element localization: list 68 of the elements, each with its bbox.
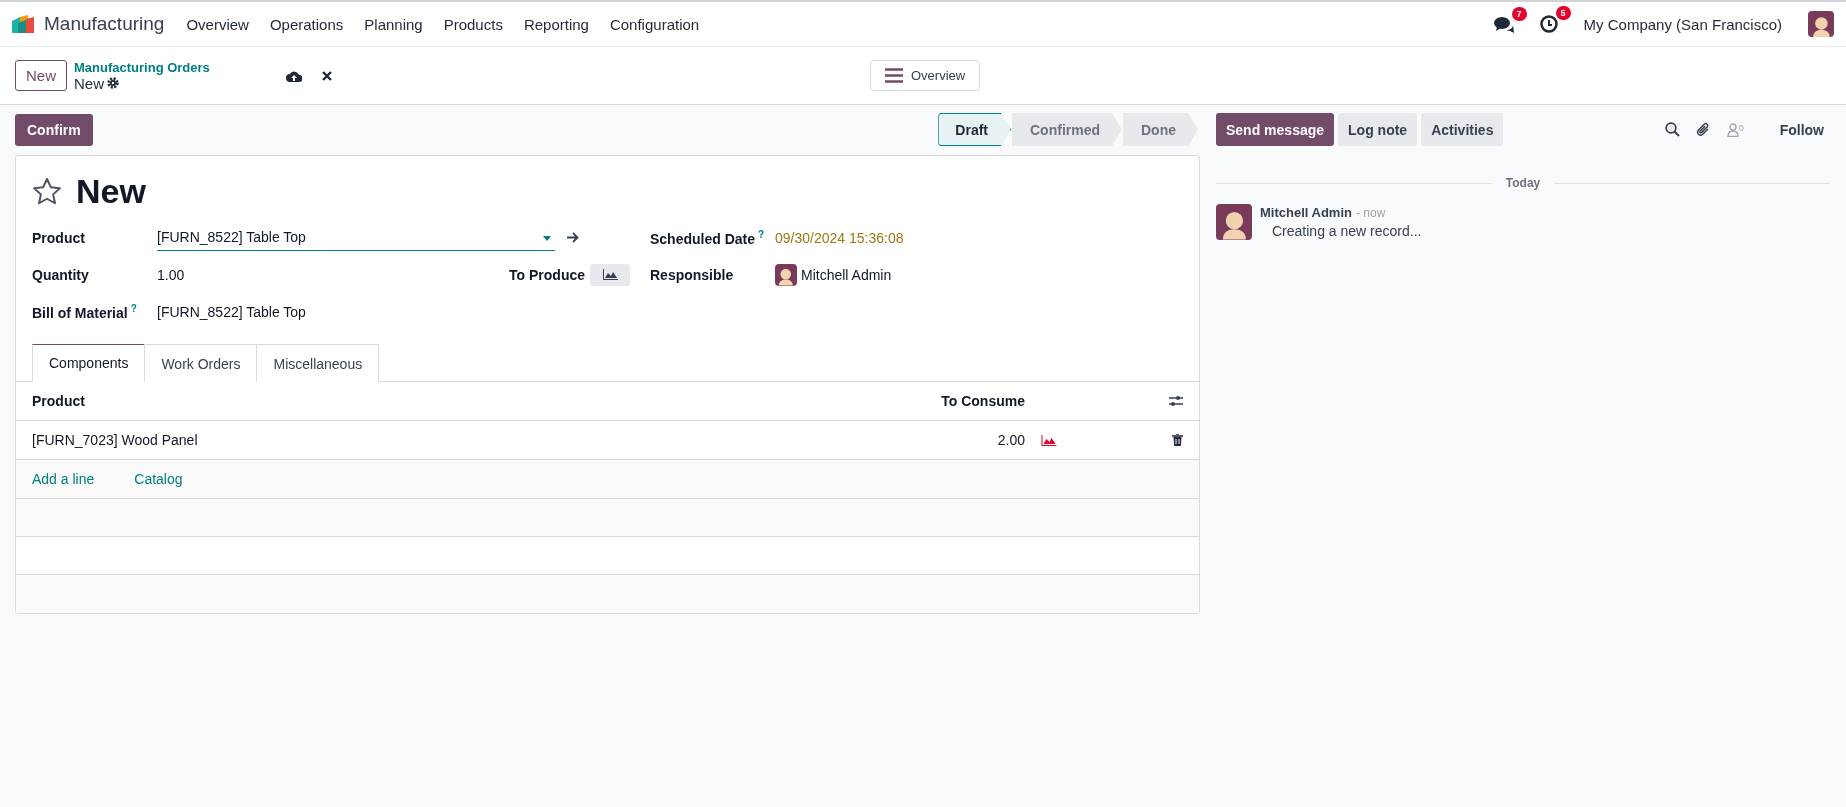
menu-icon [885,68,903,83]
add-link[interactable]: Add a line [32,471,95,487]
confirm-button[interactable]: Confirm [15,113,93,146]
tab[interactable]: Components [32,344,146,382]
cloud-upload-icon [285,69,302,82]
menu-item[interactable]: Configuration [609,15,700,33]
gear-icon[interactable] [107,77,120,89]
product-select-field[interactable]: [FURN_8522] Table Top [157,224,555,251]
message-author: Mitchell Admin [1260,205,1352,220]
menu-item[interactable]: Operations [269,15,344,33]
record-title: New [76,172,146,211]
new-button[interactable]: New [15,60,67,91]
menu-item[interactable]: Planning [364,15,423,33]
user-avatar [1216,204,1252,240]
status-step[interactable]: Draft [938,113,1011,146]
table-cell-text: [FURN_7023] Wood Panel [32,432,199,448]
paperclip-icon[interactable] [1695,121,1711,138]
area-chart-icon[interactable] [1041,434,1057,446]
app-logo-icon[interactable] [12,15,36,33]
column-header[interactable]: Product [32,393,825,409]
notification-badge: 5 [1555,6,1571,20]
star-icon[interactable] [32,177,62,206]
caret-icon [543,235,551,241]
company-name[interactable]: My Company (San Francisco) [1583,15,1782,33]
close-icon [321,70,332,81]
tab[interactable]: Work Orders [144,344,258,382]
follow-button[interactable]: Follow [1773,120,1830,139]
menu-item[interactable]: Overview [186,15,249,33]
breadcrumb-link[interactable]: Manufacturing Orders [74,59,210,75]
user-avatar [1808,11,1834,37]
field-label: Bill of Material $^{?}$ [32,302,138,321]
message-time: - now [1355,206,1386,220]
add-link[interactable]: Catalog [134,471,183,487]
notification-badge: 7 [1511,6,1527,21]
status-step[interactable]: Confirmed [1012,113,1122,146]
column-header[interactable]: To Consume [825,393,1025,409]
field-label: To Produce [509,266,585,283]
field-value: [FURN_8522] Table Top [157,303,306,320]
chatter-button[interactable]: Send message [1216,113,1335,146]
field-value: 1.00 [157,266,185,283]
follower-count: 0 [1738,122,1744,133]
tab[interactable]: Miscellaneous [256,344,380,382]
table-cell-text: 2.00 [996,432,1025,448]
chatter-button[interactable]: Log note [1338,113,1418,146]
record-name: New [74,74,105,92]
app-name[interactable]: Manufacturing [44,13,165,35]
search-icon[interactable] [1664,122,1680,137]
user-avatar [775,263,797,286]
forecast-button[interactable] [590,263,630,286]
user-name: Mitchell Admin [801,266,892,283]
field-label: Product [32,229,86,246]
date-separator: Today [1505,176,1541,190]
field-label: Scheduled Date $^{?}$ [650,228,766,247]
overview-button[interactable]: Overview [870,60,981,91]
message-body: Creating a new record... [1272,223,1422,239]
area-chart-icon [602,269,618,280]
field-label: Responsible [650,266,735,283]
date-value: 09/30/2024 15:36:08 [775,229,904,246]
status-step[interactable]: Done [1123,113,1198,146]
clock-icon[interactable] [1539,15,1558,33]
menu-item[interactable]: Reporting [523,15,589,33]
field-label: Quantity [32,266,90,283]
arrow-right-icon[interactable] [567,232,579,243]
menu-item[interactable]: Products [443,15,503,33]
sliders-icon[interactable] [1169,395,1183,407]
chatter-button[interactable]: Activities [1421,113,1504,146]
trash-icon[interactable] [1172,434,1183,446]
chat-icon[interactable] [1493,15,1514,33]
